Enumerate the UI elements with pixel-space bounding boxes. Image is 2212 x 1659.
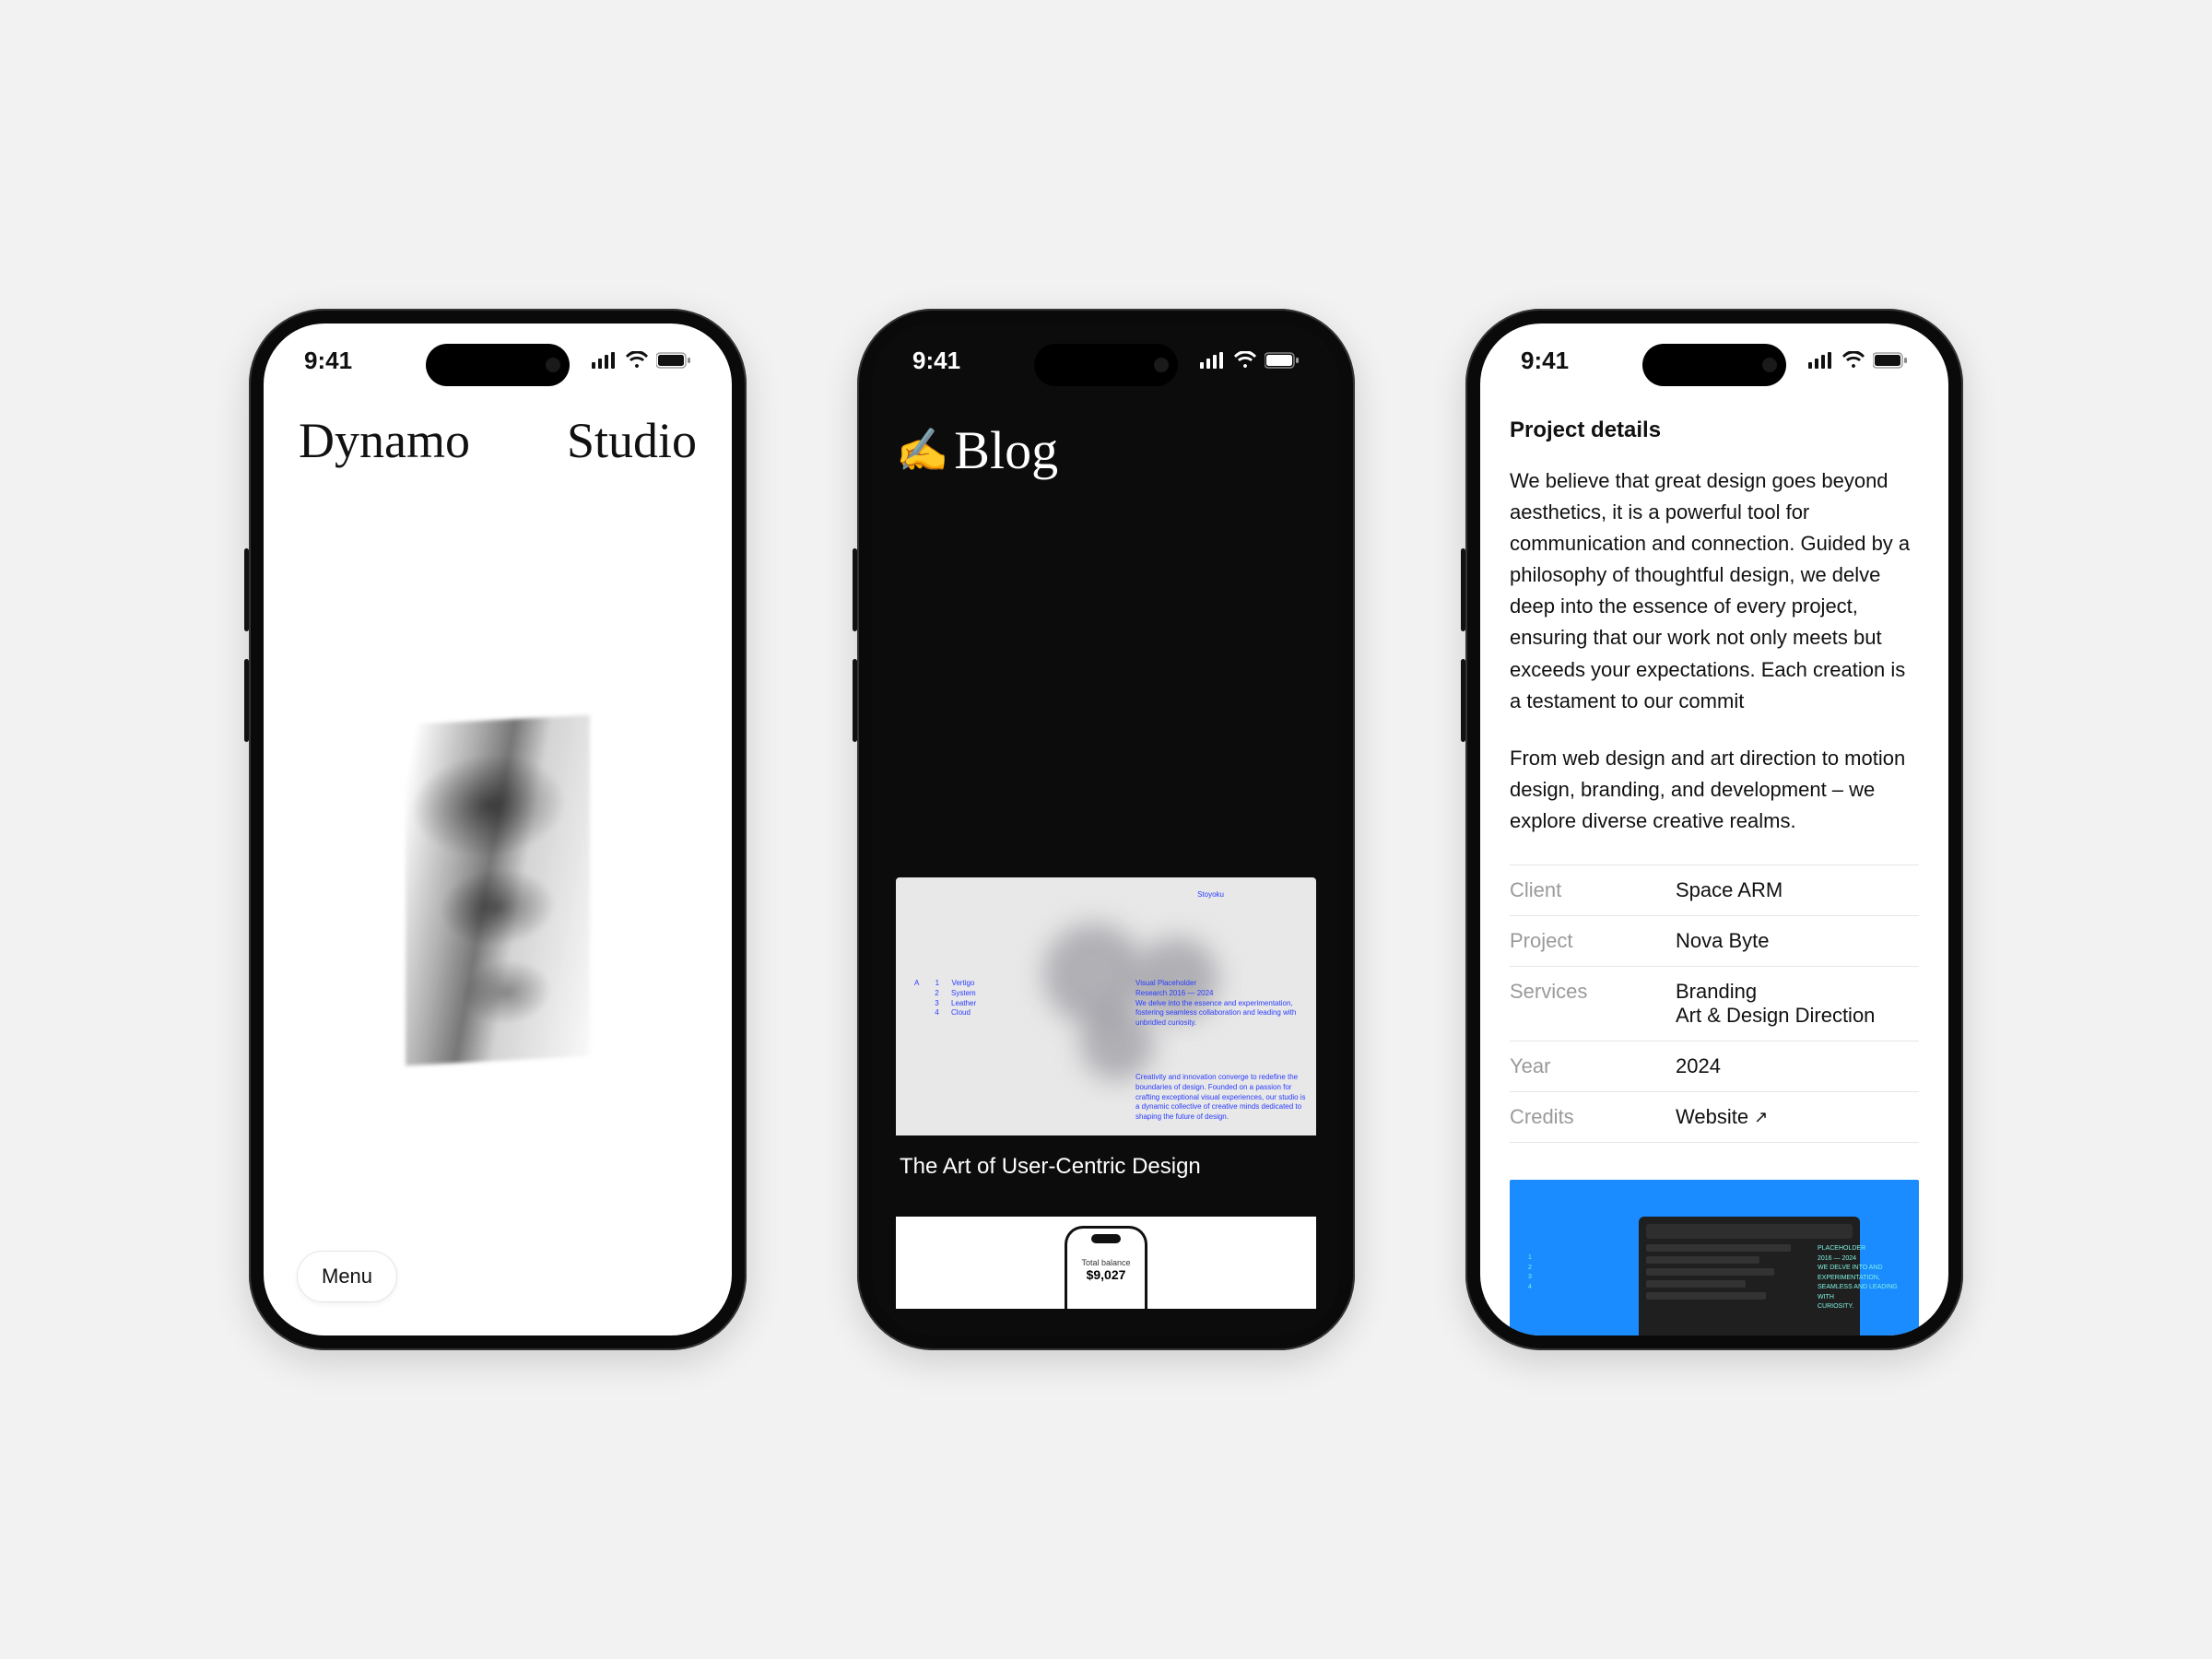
screen-home: 9:41 Dynamo Studio [264, 324, 732, 1335]
blog-card[interactable]: Stoyoku A 1 Vertigo 2 System 3 Leather 4… [896, 877, 1316, 1198]
project-meta-table: Client Space ARM Project Nova Byte Servi… [1510, 865, 1919, 1143]
signal-icon [1200, 352, 1226, 369]
project-paragraph: From web design and art direction to mot… [1510, 743, 1919, 837]
status-icons [592, 351, 691, 370]
dynamic-island [426, 344, 570, 386]
wifi-icon [625, 351, 649, 370]
hero-image [406, 715, 590, 1065]
page-title: ✍️ Blog [896, 419, 1316, 481]
meta-label: Client [1510, 878, 1676, 902]
phone-mockup-project: 9:41 Project details We believe that gre… [1465, 309, 1963, 1350]
status-time: 9:41 [304, 347, 352, 375]
brand-word-right: Studio [567, 412, 697, 469]
status-icons [1808, 351, 1908, 370]
status-time: 9:41 [912, 347, 960, 375]
project-paragraph: We believe that great design goes beyond… [1510, 465, 1919, 717]
status-icons [1200, 351, 1300, 370]
section-heading: Project details [1510, 418, 1919, 443]
writing-hand-icon: ✍️ [896, 426, 948, 476]
link-text: Website [1676, 1105, 1748, 1129]
phone-mockup-blog: 9:41 ✍️ Blog [857, 309, 1355, 1350]
blog-thumbnail: Total balance $9,027 [896, 1217, 1316, 1309]
thumb-mid-col: Visual Placeholder Research 2016 — 2024 … [1135, 979, 1311, 1029]
battery-icon [656, 352, 691, 369]
thumb-left-col: A 1 Vertigo 2 System 3 Leather 4 Cloud [914, 979, 976, 1018]
battery-icon [1265, 352, 1300, 369]
credits-website-link[interactable]: Website ↗ [1676, 1105, 1768, 1129]
screen-project: 9:41 Project details We believe that gre… [1480, 324, 1948, 1335]
meta-value: Space ARM [1676, 878, 1919, 902]
meta-label: Year [1510, 1054, 1676, 1078]
battery-icon [1873, 352, 1908, 369]
status-time: 9:41 [1521, 347, 1569, 375]
mini-phone-illustration: Total balance $9,027 [1065, 1226, 1147, 1309]
meta-value: Nova Byte [1676, 929, 1919, 953]
page-title-text: Blog [954, 419, 1058, 481]
screen-blog: 9:41 ✍️ Blog [872, 324, 1340, 1335]
meta-label: Project [1510, 929, 1676, 953]
meta-row-client: Client Space ARM [1510, 865, 1919, 916]
phone-mockup-home: 9:41 Dynamo Studio [249, 309, 747, 1350]
brand-word-left: Dynamo [299, 412, 470, 469]
menu-button[interactable]: Menu [297, 1251, 397, 1302]
blog-card[interactable]: Total balance $9,027 [896, 1217, 1316, 1309]
meta-row-project: Project Nova Byte [1510, 916, 1919, 967]
thumb-bottom-col: Creativity and innovation converge to re… [1135, 1073, 1311, 1123]
project-preview-image: 1234 PLACEHOLDER2016 — 2024WE DELVE INTO… [1510, 1180, 1919, 1335]
signal-icon [1808, 352, 1834, 369]
mini-balance-label: Total balance [1081, 1258, 1130, 1267]
blog-thumbnail: Stoyoku A 1 Vertigo 2 System 3 Leather 4… [896, 877, 1316, 1135]
meta-value: Branding Art & Design Direction [1676, 980, 1919, 1028]
meta-row-year: Year 2024 [1510, 1041, 1919, 1092]
meta-row-credits: Credits Website ↗ [1510, 1092, 1919, 1143]
dynamic-island [1034, 344, 1178, 386]
mini-balance-value: $9,027 [1067, 1267, 1145, 1282]
thumb-header: Stoyoku [1197, 890, 1224, 900]
meta-value: 2024 [1676, 1054, 1919, 1078]
meta-row-services: Services Branding Art & Design Direction [1510, 967, 1919, 1041]
blog-card-title: The Art of User-Centric Design [896, 1135, 1316, 1198]
meta-label: Services [1510, 980, 1676, 1028]
wifi-icon [1233, 351, 1257, 370]
signal-icon [592, 352, 618, 369]
dynamic-island [1642, 344, 1786, 386]
wifi-icon [1841, 351, 1865, 370]
external-link-icon: ↗ [1754, 1108, 1768, 1127]
meta-label: Credits [1510, 1105, 1676, 1129]
